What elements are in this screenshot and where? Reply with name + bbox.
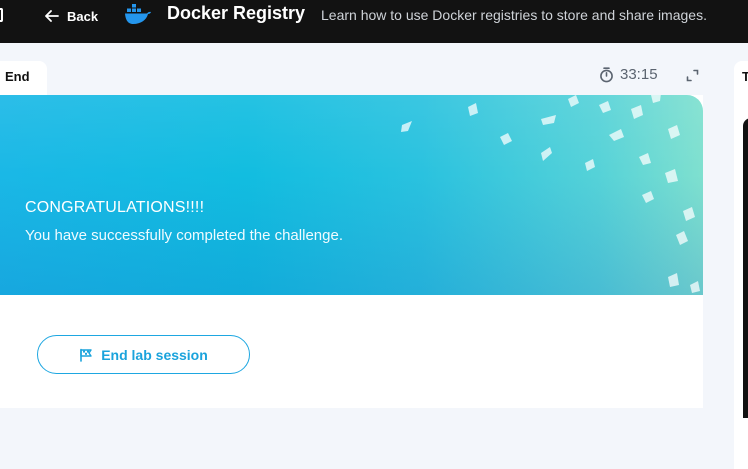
- page-subtitle: Learn how to use Docker registries to st…: [321, 7, 707, 23]
- congratulations-heading: CONGRATULATIONS!!!!: [25, 199, 205, 216]
- tab-end-label: End: [5, 69, 30, 84]
- arrow-left-icon: [45, 10, 59, 22]
- completion-card: CONGRATULATIONS!!!! You have successfull…: [0, 95, 703, 408]
- top-bar: Back Docker Registry Learn how to use Do…: [0, 0, 748, 43]
- completion-message: You have successfully completed the chal…: [25, 227, 343, 244]
- flag-icon: [80, 348, 92, 362]
- back-button[interactable]: Back: [45, 7, 98, 25]
- end-lab-session-button[interactable]: End lab session: [37, 335, 250, 374]
- right-panel-label: T: [742, 69, 748, 84]
- panel-edge-icon: [0, 8, 3, 22]
- confetti-decoration: [401, 95, 700, 293]
- congratulations-banner: CONGRATULATIONS!!!! You have successfull…: [0, 95, 703, 295]
- expand-icon[interactable]: [686, 69, 699, 82]
- stopwatch-icon: [600, 66, 613, 82]
- end-lab-session-label: End lab session: [101, 346, 208, 363]
- timer-value: 33:15: [620, 66, 658, 83]
- tab-end[interactable]: End: [0, 61, 47, 95]
- back-label: Back: [67, 8, 99, 24]
- page-title: Docker Registry: [167, 3, 306, 23]
- timer: 33:15: [599, 66, 658, 83]
- docker-whale-icon: [125, 4, 151, 24]
- right-panel-content: [743, 118, 748, 418]
